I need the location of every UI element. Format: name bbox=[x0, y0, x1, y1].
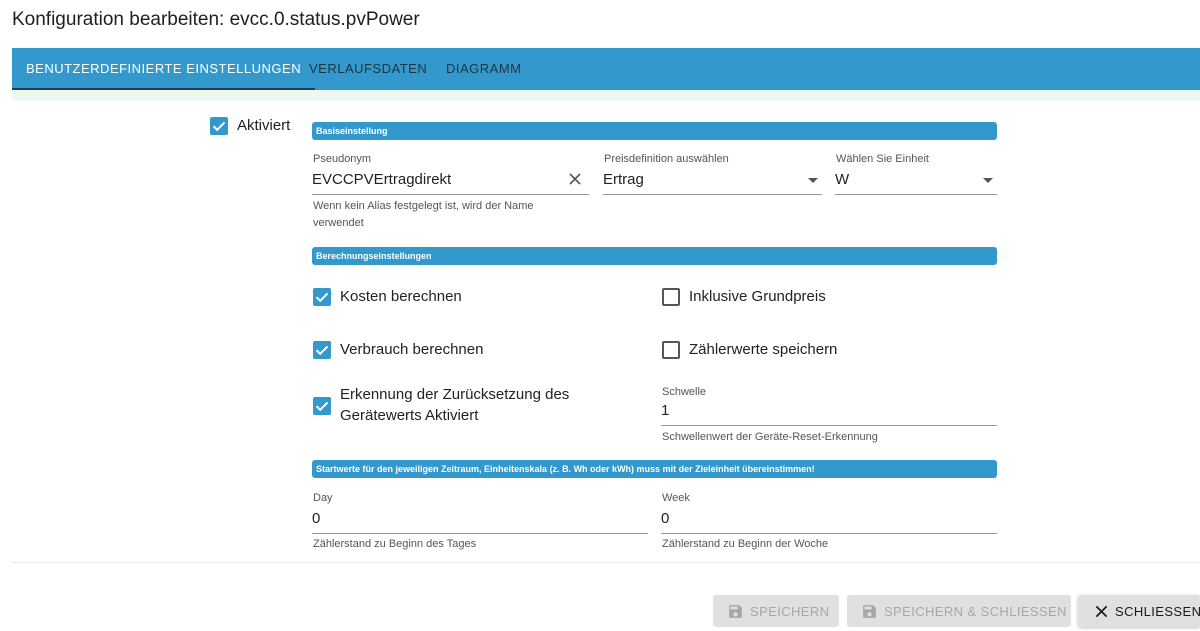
floppy-disk-icon bbox=[727, 603, 744, 620]
tab-chart[interactable]: DIAGRAMM bbox=[446, 48, 522, 90]
check-icon bbox=[315, 401, 329, 412]
check-icon bbox=[315, 292, 329, 303]
day-input[interactable] bbox=[312, 510, 648, 527]
pseudonym-field bbox=[312, 168, 589, 195]
include-base-price-label: Inklusive Grundpreis bbox=[689, 288, 826, 305]
floppy-disk-icon bbox=[861, 603, 878, 620]
calc-costs-label: Kosten berechnen bbox=[340, 288, 462, 305]
price-definition-label: Preisdefinition auswählen bbox=[604, 153, 729, 165]
reset-detection-label-line2: Gerätewerts Aktiviert bbox=[340, 407, 479, 424]
unit-select[interactable]: W bbox=[835, 168, 997, 195]
section-header-start-values: Startwerte für den jeweiligen Zeitraum, … bbox=[312, 460, 997, 478]
pseudonym-helper-line1: Wenn kein Alias festgelegt ist, wird der… bbox=[313, 200, 534, 212]
pseudonym-helper-line2: verwendet bbox=[313, 217, 364, 229]
week-label: Week bbox=[662, 492, 690, 504]
day-label: Day bbox=[313, 492, 333, 504]
section-header-basic: Basiseinstellung bbox=[312, 122, 997, 140]
save-button[interactable]: SPEICHERN bbox=[713, 595, 839, 627]
unit-label: Wählen Sie Einheit bbox=[836, 153, 929, 165]
close-button-label: SCHLIESSEN bbox=[1115, 603, 1200, 619]
calc-costs-checkbox[interactable] bbox=[313, 288, 331, 306]
include-base-price-checkbox[interactable] bbox=[662, 288, 680, 306]
week-input[interactable] bbox=[661, 510, 997, 527]
check-icon bbox=[212, 121, 226, 132]
save-meter-values-checkbox[interactable] bbox=[662, 341, 680, 359]
day-helper: Zählerstand zu Beginn des Tages bbox=[313, 538, 477, 550]
activated-checkbox[interactable] bbox=[210, 117, 228, 135]
panel-divider bbox=[12, 562, 1200, 563]
tab-bar: BENUTZERDEFINIERTE EINSTELLUNGEN VERLAUF… bbox=[12, 48, 1200, 90]
reset-detection-checkbox[interactable] bbox=[313, 397, 331, 415]
save-and-close-button[interactable]: SPEICHERN & SCHLIESSEN bbox=[847, 595, 1071, 627]
check-icon bbox=[315, 345, 329, 356]
tab-history-data[interactable]: VERLAUFSDATEN bbox=[309, 48, 427, 90]
threshold-field bbox=[661, 399, 997, 426]
week-field bbox=[661, 507, 997, 534]
week-helper: Zählerstand zu Beginn der Woche bbox=[662, 538, 829, 550]
close-icon bbox=[1094, 604, 1109, 619]
reset-detection-label-line1: Erkennung der Zurücksetzung des bbox=[340, 386, 570, 403]
tab-underline-strip bbox=[12, 90, 1200, 101]
threshold-input[interactable] bbox=[661, 402, 997, 419]
tab-custom-settings[interactable]: BENUTZERDEFINIERTE EINSTELLUNGEN bbox=[12, 48, 316, 90]
dialog-title: Konfiguration bearbeiten: evcc.0.status.… bbox=[12, 9, 420, 30]
chevron-down-icon[interactable] bbox=[808, 178, 818, 183]
chevron-down-icon[interactable] bbox=[983, 178, 993, 183]
save-meter-values-label: Zählerwerte speichern bbox=[689, 341, 838, 358]
price-definition-value: Ertrag bbox=[603, 171, 644, 188]
price-definition-select[interactable]: Ertrag bbox=[603, 168, 822, 195]
save-button-label: SPEICHERN bbox=[750, 603, 830, 619]
threshold-label: Schwelle bbox=[662, 386, 707, 398]
save-and-close-button-label: SPEICHERN & SCHLIESSEN bbox=[884, 603, 1067, 619]
activated-label: Aktiviert bbox=[237, 117, 291, 134]
section-header-calculation: Berechnungseinstellungen bbox=[312, 247, 997, 265]
calc-consumption-label: Verbrauch berechnen bbox=[340, 341, 484, 358]
unit-value: W bbox=[835, 171, 850, 188]
threshold-helper: Schwellenwert der Geräte-Reset-Erkennung bbox=[662, 431, 878, 443]
pseudonym-input[interactable] bbox=[312, 171, 589, 188]
pseudonym-label: Pseudonym bbox=[313, 153, 372, 165]
day-field bbox=[312, 507, 648, 534]
close-icon[interactable] bbox=[567, 171, 583, 187]
calc-consumption-checkbox[interactable] bbox=[313, 341, 331, 359]
close-button[interactable]: SCHLIESSEN bbox=[1078, 595, 1200, 627]
